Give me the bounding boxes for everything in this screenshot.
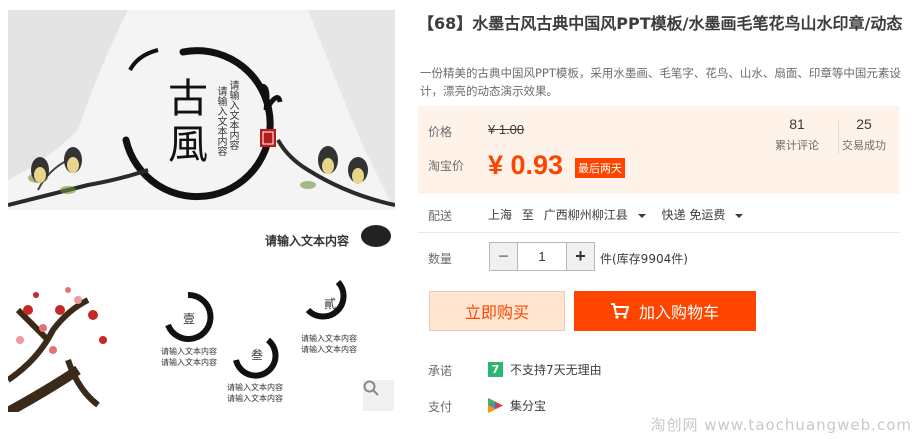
original-price: ¥ 1.00 (488, 122, 525, 137)
promise-row[interactable]: 7 不支持7天无理由 (488, 361, 602, 378)
add-to-cart-label: 加入购物车 (638, 303, 719, 322)
circle-char-3: 叁 (251, 348, 264, 362)
promo-badge: 最后两天 (575, 158, 625, 178)
ship-to-word: 至 (521, 208, 534, 222)
block-text-1: 请输入文本内容 请输入文本内容 (161, 347, 217, 367)
ship-destination: 广西柳州柳江县 (543, 208, 628, 222)
payment-label: 支付 (428, 400, 453, 414)
ship-method: 快递 免运费 (661, 208, 726, 222)
add-to-cart-button[interactable]: 加入购物车 (574, 291, 756, 331)
buy-now-button[interactable]: 立即购买 (429, 291, 565, 331)
circle-char-2: 貳 (324, 297, 337, 311)
quantity-decrease-button[interactable]: − (489, 242, 518, 271)
review-count[interactable]: 81 累计评论 (765, 116, 829, 153)
quantity-input[interactable]: 1 (518, 242, 566, 271)
quantity-increase-button[interactable]: + (566, 242, 595, 271)
cart-icon (610, 303, 629, 319)
watermark: 淘创网 www.taochuangweb.com (650, 416, 912, 434)
chevron-down-icon (735, 213, 744, 218)
slide-subtitle: 请输入文本内容 (265, 234, 350, 248)
big-char-feng: 風 (168, 122, 208, 168)
vertical-text-2: 请输入文本内容 (215, 86, 226, 156)
block-text-3: 请输入文本内容 请输入文本内容 (227, 383, 283, 403)
quantity-label: 数量 (428, 252, 453, 266)
ship-method-select[interactable]: 快递 免运费 (662, 208, 744, 222)
promise-text: 不支持7天无理由 (510, 363, 602, 377)
promo-price: ¥ 0.93 (488, 150, 564, 180)
shipping-row: 上海 至 广西柳州柳江县 快递 免运费 (488, 206, 749, 223)
payment-text: 集分宝 (510, 399, 547, 413)
chevron-down-icon (637, 213, 646, 218)
ship-from: 上海 (488, 208, 513, 222)
circle-char-1: 壹 (183, 312, 196, 326)
seven-day-icon: 7 (488, 362, 503, 377)
product-description: 一份精美的古典中国风PPT模板，采用水墨画、毛笔字、花鸟、山水、扇面、印章等中国… (420, 66, 901, 98)
review-count-value: 81 (789, 116, 805, 132)
promo-price-label: 淘宝价 (428, 159, 465, 173)
divider (418, 232, 899, 233)
product-title: 【68】水墨古风古典中国风PPT模板/水墨画毛笔花鸟山水印章/动态 (418, 14, 903, 33)
price-label: 价格 (428, 125, 453, 139)
review-count-label: 累计评论 (775, 139, 819, 152)
payment-row[interactable]: 集分宝 (488, 397, 546, 414)
sales-count[interactable]: 25 交易成功 (832, 116, 896, 153)
sales-count-label: 交易成功 (842, 139, 886, 152)
jifenbao-icon (488, 398, 503, 413)
shipping-label: 配送 (428, 209, 453, 223)
zoom-button[interactable] (363, 380, 394, 411)
vertical-text-1: 请输入文本内容 (227, 80, 238, 150)
product-main-image[interactable]: 古 風 请输入文本内容 请输入文本内容 请输入文本内容 壹 貳 叁 请输入文本内… (8, 10, 395, 412)
magnifier-icon (363, 380, 379, 396)
sales-count-value: 25 (856, 116, 872, 132)
ship-destination-select[interactable]: 广西柳州柳江县 (544, 208, 646, 222)
stock-text: 件(库存9904件) (600, 252, 688, 266)
promise-label: 承诺 (428, 364, 453, 378)
price-panel: 价格 ¥ 1.00 淘宝价 ¥ 0.93 最后两天 81 累计评论 25 交易成… (418, 106, 899, 194)
block-text-2: 请输入文本内容 请输入文本内容 (301, 334, 357, 354)
quantity-stepper: − 1 + (489, 242, 595, 271)
